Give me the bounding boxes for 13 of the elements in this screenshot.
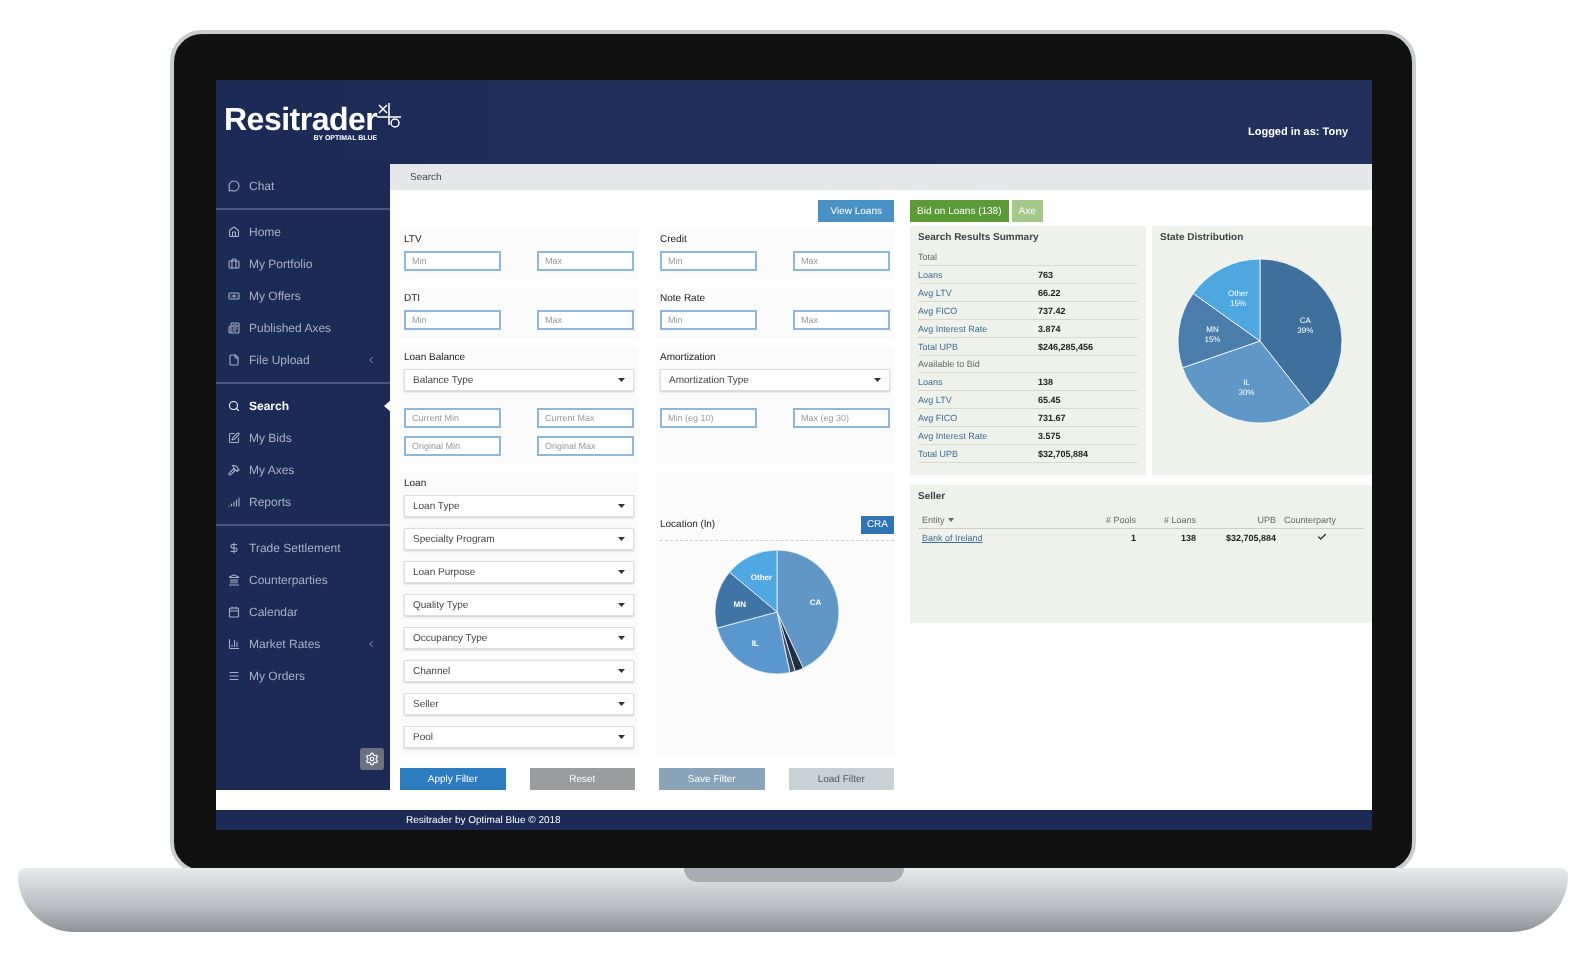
sort-caret-icon <box>947 518 954 522</box>
caret-icon <box>618 669 625 673</box>
caret-icon <box>618 378 625 382</box>
caret-icon <box>618 636 625 640</box>
settings-button[interactable] <box>360 748 384 770</box>
caret-icon <box>618 537 625 541</box>
caret-icon <box>874 378 881 382</box>
caret-icon <box>618 570 625 574</box>
caret-icon <box>618 735 625 739</box>
logo-text: Resitrader <box>224 102 378 135</box>
caret-icon <box>618 603 625 607</box>
caret-icon <box>618 702 625 706</box>
caret-icon <box>618 504 625 508</box>
